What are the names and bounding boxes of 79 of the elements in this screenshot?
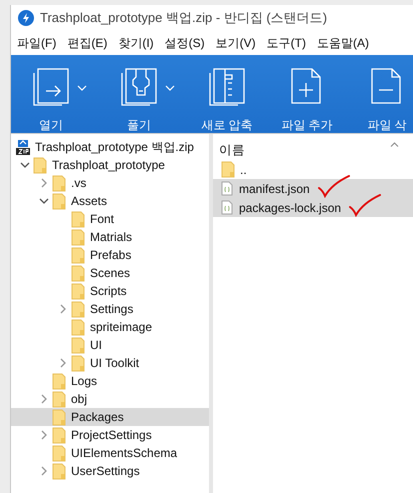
sort-caret-icon xyxy=(390,142,399,147)
folder-icon xyxy=(52,390,66,408)
toolbar-button[interactable]: 파일 삭 xyxy=(357,55,413,134)
tree-item-label: UI Toolkit xyxy=(90,356,140,370)
tree-row[interactable]: Logs xyxy=(11,372,209,390)
menu-item[interactable]: 편집(E) xyxy=(67,34,108,52)
tree-row[interactable]: UI Toolkit xyxy=(11,354,209,372)
tree-row[interactable]: Packages xyxy=(11,408,209,426)
folder-icon xyxy=(52,426,66,444)
tree-item-label: Font xyxy=(90,212,114,226)
tree-row[interactable]: Trashploat_prototype xyxy=(11,156,209,174)
tree-row[interactable]: Scripts xyxy=(11,282,209,300)
tree-row[interactable]: UserSettings xyxy=(11,462,209,480)
window-title: Trashploat_prototype 백업.zip - 반디집 (스탠더드) xyxy=(40,9,328,27)
tree-item-label: Packages xyxy=(71,410,124,424)
folder-icon xyxy=(71,246,85,264)
tree-item-label: .vs xyxy=(71,176,86,190)
json-file-icon xyxy=(221,181,233,196)
zip-archive-icon xyxy=(15,139,31,155)
tree-item-label: obj xyxy=(71,392,88,406)
tree-row[interactable]: .vs xyxy=(11,174,209,192)
tree-item-label: UIElementsSchema xyxy=(71,446,178,460)
folder-icon xyxy=(71,264,85,282)
menu-item[interactable]: 보기(V) xyxy=(216,34,256,52)
tree-row[interactable]: Assets xyxy=(11,192,209,210)
toolbar-button[interactable]: 열기 xyxy=(21,55,81,134)
tree-item-label: Trashploat_prototype xyxy=(52,158,165,172)
folder-icon xyxy=(52,174,66,192)
tree-row[interactable]: Settings xyxy=(11,300,209,318)
tree-row[interactable]: obj xyxy=(11,390,209,408)
folder-icon xyxy=(52,192,66,210)
tree-item-label: Prefabs xyxy=(90,248,132,262)
column-header[interactable]: 이름 xyxy=(219,142,245,158)
tree-item-label: UI xyxy=(90,338,102,352)
folder-icon xyxy=(221,161,235,178)
tree-item-label: Matrials xyxy=(90,230,132,244)
tree-item[interactable]: Trashploat_prototype 백업.zip xyxy=(35,138,194,156)
tree-item-label: spriteimage xyxy=(90,320,152,334)
file-row[interactable]: .. xyxy=(213,160,413,179)
folder-icon xyxy=(71,210,85,228)
folder-icon xyxy=(71,228,85,246)
tree-row[interactable]: ProjectSettings xyxy=(11,426,209,444)
folder-icon xyxy=(52,462,66,480)
folder-icon xyxy=(71,300,85,318)
menu-item[interactable]: 도구(T) xyxy=(266,34,306,52)
menu-item[interactable]: 파일(F) xyxy=(17,34,56,52)
tree-row[interactable]: UI xyxy=(11,336,209,354)
tree-item-label: Scenes xyxy=(90,266,130,280)
tree-row[interactable]: Matrials xyxy=(11,228,209,246)
app-logo-icon xyxy=(18,10,34,26)
tree-row[interactable]: Scenes xyxy=(11,264,209,282)
tree-row[interactable]: UIElementsSchema xyxy=(11,444,209,462)
zipper-file-icon xyxy=(208,67,246,107)
toolbar-button[interactable]: 풀기 xyxy=(109,55,169,134)
folder-icon xyxy=(71,336,85,354)
menu-item[interactable]: 도움말(A) xyxy=(316,34,369,52)
tree-item-label: UserSettings xyxy=(71,464,140,478)
folder-icon xyxy=(33,156,47,174)
folder-icon xyxy=(71,282,85,300)
tree-item-label: Settings xyxy=(90,302,134,316)
toolbar-button[interactable]: 파일 추가 xyxy=(277,55,337,134)
tree-row[interactable]: spriteimage xyxy=(11,318,209,336)
tree-row[interactable]: Font xyxy=(11,210,209,228)
tree-row[interactable]: Prefabs xyxy=(11,246,209,264)
zipper-file-icon xyxy=(120,67,158,107)
tree-item-label: Scripts xyxy=(90,284,127,298)
file-arrow-icon xyxy=(32,67,70,107)
folder-icon xyxy=(52,372,66,390)
menu-item[interactable]: 설정(S) xyxy=(164,34,205,52)
toolbar-button[interactable]: 새로 압축 xyxy=(197,55,257,134)
tree-item-label: ProjectSettings xyxy=(71,428,152,442)
tree-item-label: Logs xyxy=(71,374,98,388)
json-file-icon xyxy=(221,200,233,215)
tree-item-label: Assets xyxy=(71,194,108,208)
folder-icon xyxy=(52,408,66,426)
menu-item[interactable]: 찾기(I) xyxy=(118,34,154,52)
folder-icon xyxy=(52,444,66,462)
folder-icon xyxy=(71,354,85,372)
folder-icon xyxy=(71,318,85,336)
